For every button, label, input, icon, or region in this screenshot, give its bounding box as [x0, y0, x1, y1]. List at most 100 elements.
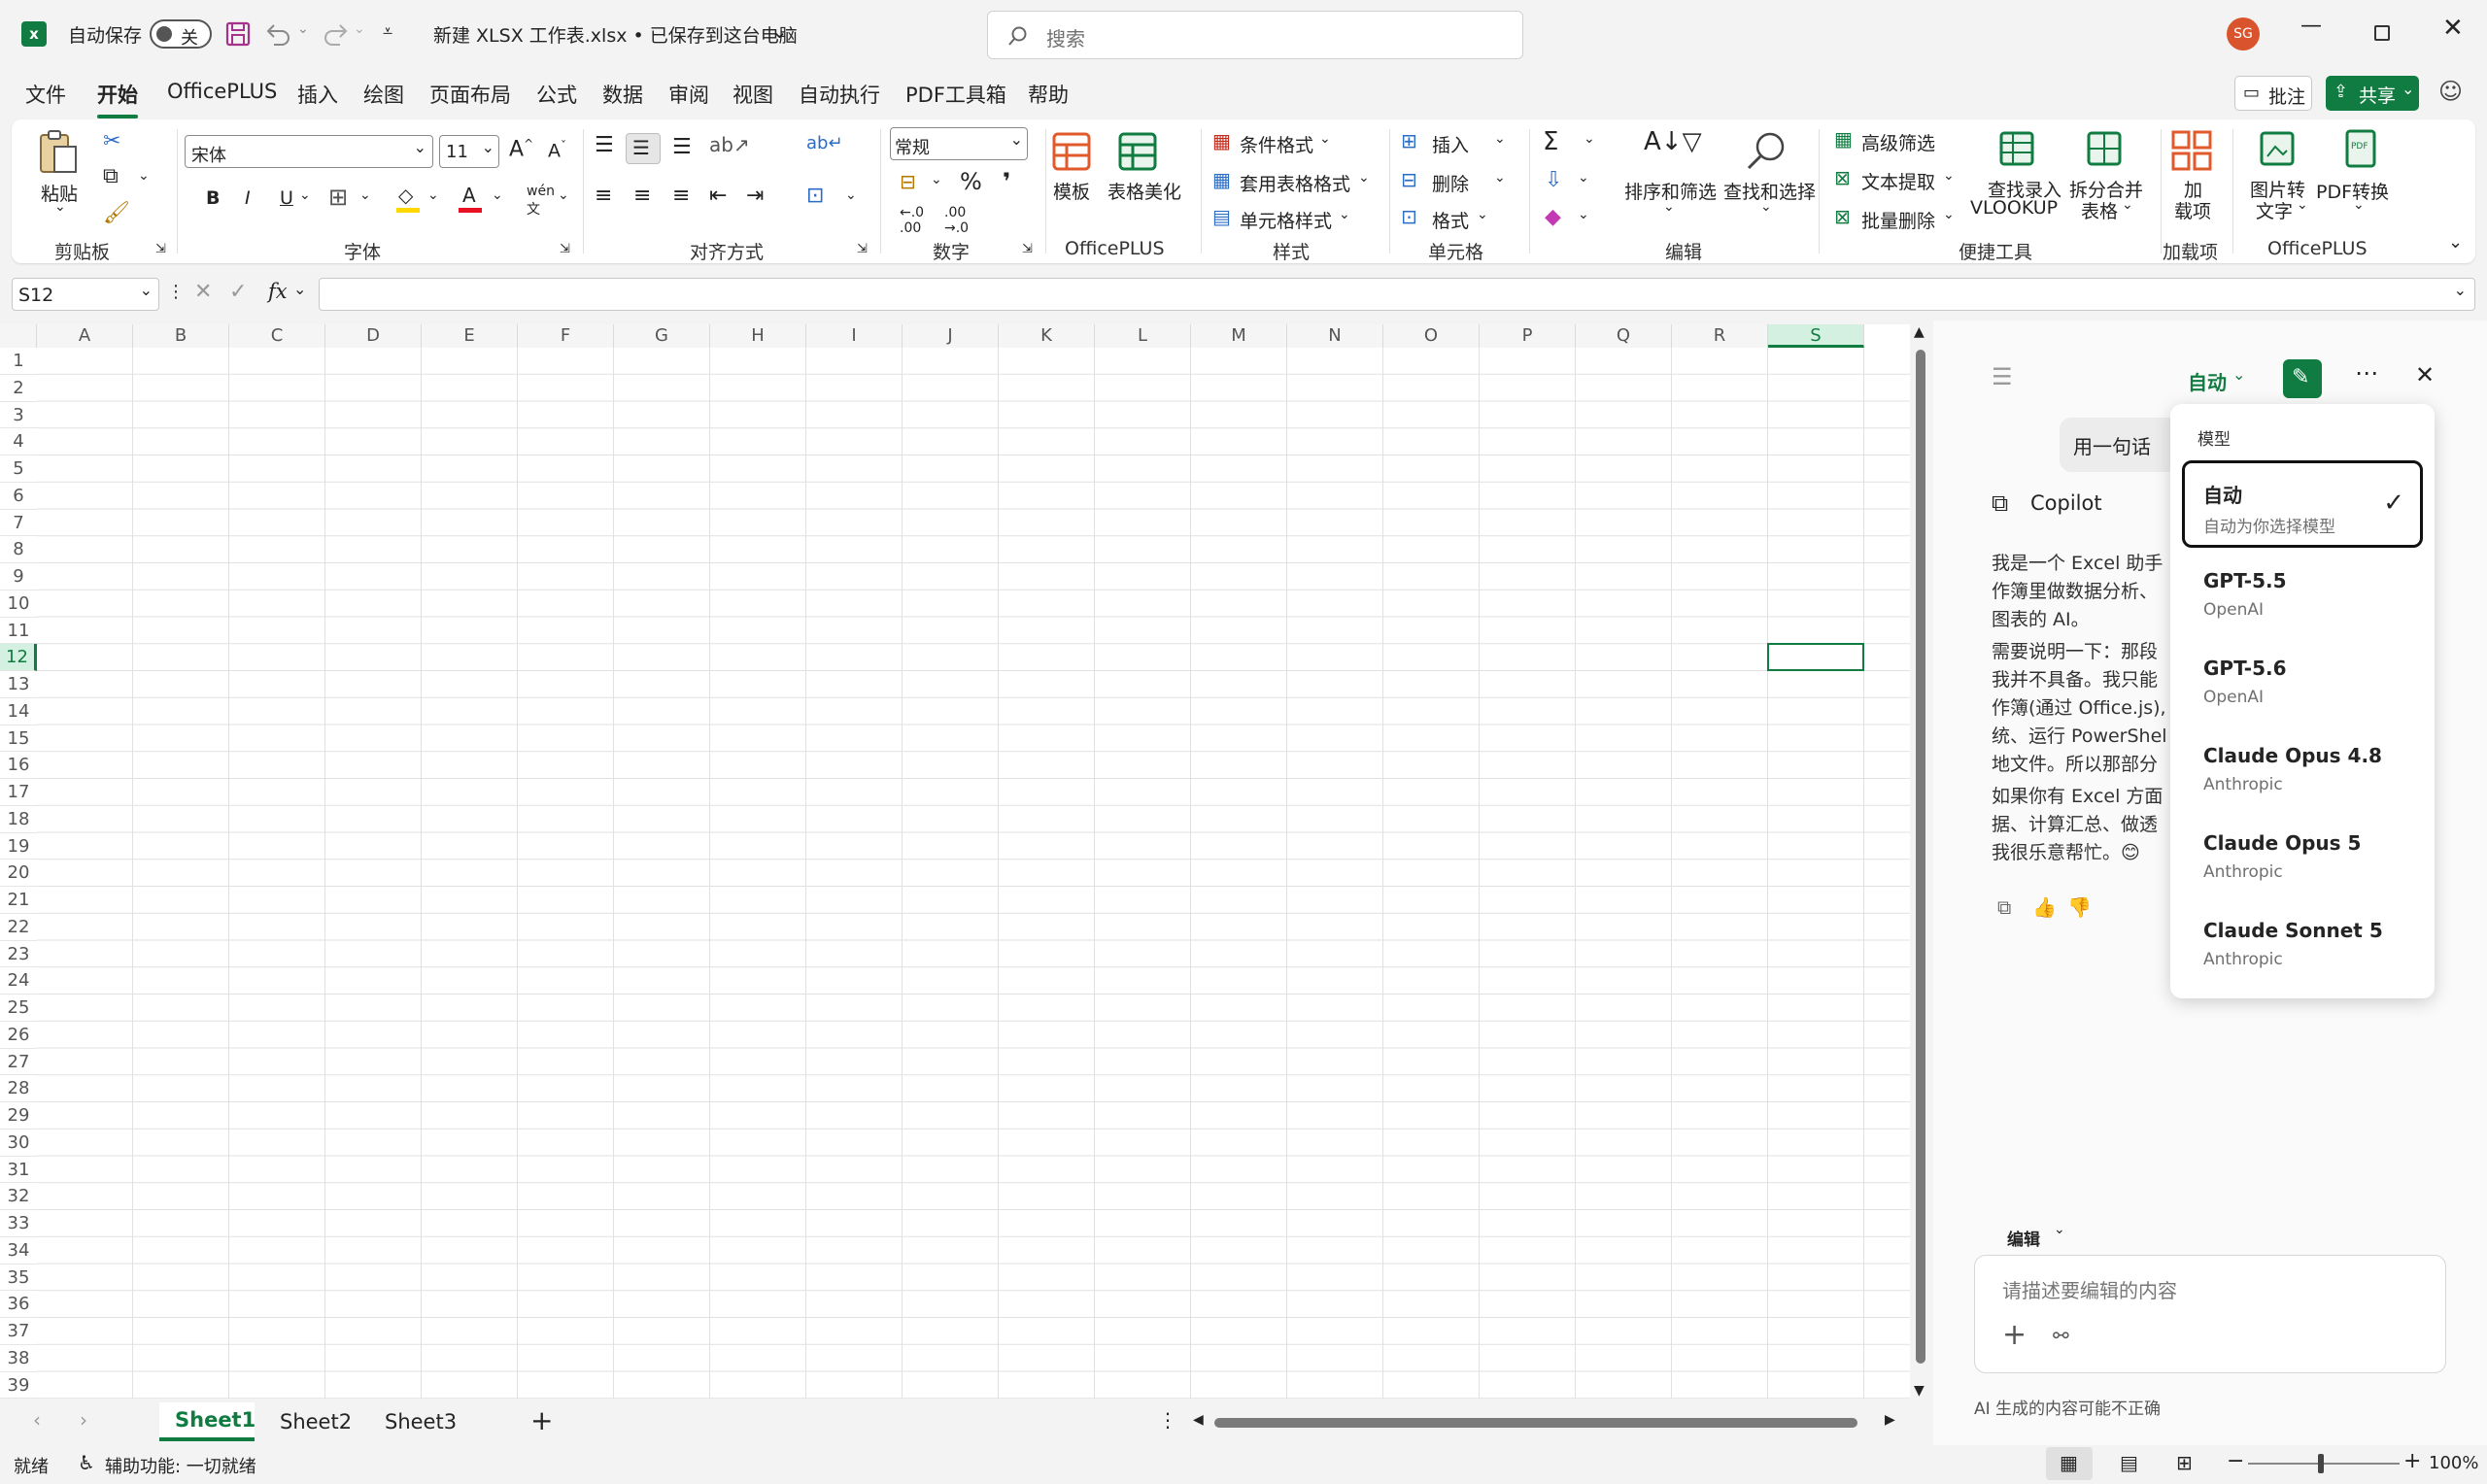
cut-icon[interactable]: ✂ — [103, 129, 120, 153]
column-header[interactable]: Q — [1576, 324, 1672, 348]
underline-button[interactable]: U — [280, 187, 293, 209]
select-all-corner[interactable] — [0, 324, 37, 348]
model-option[interactable]: Claude Opus 4.8 Anthropic — [2182, 723, 2423, 810]
format-as-table-button[interactable]: 套用表格格式 — [1240, 170, 1350, 196]
row-header[interactable]: 23 — [0, 941, 37, 968]
conditional-format-button[interactable]: 条件格式 — [1240, 131, 1313, 157]
sheet-tab[interactable]: Sheet2 — [280, 1410, 352, 1433]
align-top-icon[interactable]: ☰ — [595, 133, 614, 157]
thumbs-down-icon[interactable]: 👎 — [2067, 895, 2092, 919]
template-icon[interactable] — [1051, 131, 1092, 172]
row-header[interactable]: 10 — [0, 590, 37, 618]
confirm-entry-icon[interactable]: ✓ — [229, 280, 247, 304]
format-as-table-icon[interactable]: ▦ — [1212, 168, 1231, 191]
borders-chevron-icon[interactable]: ⌄ — [359, 187, 371, 203]
scroll-thumb[interactable] — [1916, 350, 1925, 1364]
image-to-text-icon[interactable] — [2258, 129, 2297, 168]
text-extract-icon[interactable]: ⊠ — [1834, 166, 1851, 189]
split-merge-label-2[interactable]: 表格 — [2081, 197, 2118, 223]
column-header[interactable]: M — [1191, 324, 1287, 348]
orientation-icon[interactable]: ab↗ — [709, 133, 750, 156]
tab-help[interactable]: 帮助 — [1028, 80, 1069, 109]
model-picker-chevron-icon[interactable]: ⌄ — [2232, 365, 2245, 384]
font-name-select[interactable]: 宋体 ⌄ — [185, 135, 433, 168]
column-header[interactable]: D — [325, 324, 422, 348]
ribbon-collapse-chevron-icon[interactable]: ⌄ — [2448, 232, 2463, 253]
tab-automate[interactable]: 自动执行 — [799, 80, 880, 109]
row-header[interactable]: 16 — [0, 752, 37, 779]
wrap-text-icon[interactable]: ab↵ — [806, 133, 843, 153]
increase-indent-icon[interactable]: ⇥ — [746, 184, 764, 208]
column-header[interactable]: G — [614, 324, 710, 348]
name-box[interactable]: S12 ⌄ — [12, 278, 159, 311]
tab-view[interactable]: 视图 — [732, 80, 773, 109]
conditional-format-icon[interactable]: ▦ — [1212, 129, 1231, 152]
next-sheet-icon[interactable]: › — [80, 1408, 87, 1432]
column-header[interactable]: P — [1480, 324, 1576, 348]
advanced-filter-icon[interactable]: ▦ — [1834, 127, 1853, 151]
cell-styles-icon[interactable]: ▤ — [1212, 205, 1231, 228]
copy-response-icon[interactable]: ⧉ — [1997, 895, 2011, 919]
sort-filter-chevron-icon[interactable]: ⌄ — [1663, 199, 1675, 215]
tab-formulas[interactable]: 公式 — [536, 80, 577, 109]
autosum-icon[interactable]: Σ — [1543, 127, 1558, 156]
autosum-chevron-icon[interactable]: ⌄ — [1584, 131, 1595, 147]
font-color-chevron-icon[interactable]: ⌄ — [492, 187, 503, 203]
comma-icon[interactable]: ❜ — [1003, 168, 1010, 195]
sheet-tab[interactable]: Sheet3 — [385, 1410, 457, 1433]
redo-dropdown-icon[interactable]: ⌄ — [354, 21, 365, 37]
split-merge-chevron-icon[interactable]: ⌄ — [2122, 197, 2133, 213]
row-header[interactable]: 26 — [0, 1022, 37, 1049]
share-button[interactable]: ⇪ 共享 ⌄ — [2326, 76, 2419, 111]
undo-dropdown-icon[interactable]: ⌄ — [297, 21, 309, 37]
merge-chevron-icon[interactable]: ⌄ — [845, 187, 857, 203]
save-icon[interactable] — [225, 21, 251, 47]
column-header[interactable]: H — [710, 324, 806, 348]
format-painter-icon[interactable]: 🖌 — [103, 201, 130, 225]
model-option[interactable]: GPT-5.5 OpenAI — [2182, 548, 2423, 635]
insert-chevron-icon[interactable]: ⌄ — [1494, 131, 1506, 147]
search-box[interactable]: 搜索 — [987, 11, 1523, 59]
accounting-chevron-icon[interactable]: ⌄ — [931, 172, 942, 187]
copy-chevron-icon[interactable]: ⌄ — [138, 168, 150, 184]
tab-page-layout[interactable]: 页面布局 — [429, 80, 511, 109]
row-header[interactable]: 1 — [0, 348, 37, 375]
tab-data[interactable]: 数据 — [602, 80, 643, 109]
alignment-launcher-icon[interactable]: ⇲ — [857, 242, 868, 256]
column-header[interactable]: O — [1383, 324, 1480, 348]
row-header[interactable]: 22 — [0, 914, 37, 941]
row-header[interactable]: 30 — [0, 1130, 37, 1157]
scroll-down-icon[interactable]: ▼ — [1914, 1383, 1925, 1399]
edit-mode-label[interactable]: 编辑 — [2007, 1226, 2040, 1250]
model-option[interactable]: GPT-5.6 OpenAI — [2182, 635, 2423, 723]
format-chevron-icon[interactable]: ⌄ — [1477, 207, 1488, 222]
new-chat-button[interactable]: ✎ — [2283, 359, 2322, 398]
hscroll-right-icon[interactable]: ▶ — [1885, 1412, 1895, 1428]
bold-button[interactable]: B — [206, 187, 220, 209]
close-pane-icon[interactable]: ✕ — [2415, 361, 2435, 388]
cancel-entry-icon[interactable]: ✕ — [194, 280, 212, 304]
increase-decimal-icon[interactable]: ←.0.00 — [900, 205, 924, 236]
addins-label-2[interactable]: 载项 — [2174, 197, 2211, 223]
pdf-convert-icon[interactable]: PDF — [2341, 129, 2380, 168]
row-header[interactable]: 18 — [0, 806, 37, 833]
sort-filter-icon[interactable]: A↓▽ — [1644, 127, 1702, 156]
split-merge-icon[interactable] — [2085, 129, 2124, 168]
row-header[interactable]: 7 — [0, 510, 37, 537]
thumbs-up-icon[interactable]: 👍 — [2032, 895, 2057, 919]
tab-insert[interactable]: 插入 — [297, 80, 338, 109]
italic-button[interactable]: I — [245, 187, 251, 209]
column-header[interactable]: E — [422, 324, 518, 348]
clipboard-launcher-icon[interactable]: ⇲ — [155, 242, 166, 256]
row-header[interactable]: 21 — [0, 887, 37, 914]
cell-styles-chevron-icon[interactable]: ⌄ — [1339, 207, 1350, 222]
column-header[interactable]: L — [1095, 324, 1191, 348]
clear-icon[interactable]: ◆ — [1545, 205, 1561, 229]
row-header[interactable]: 2 — [0, 375, 37, 402]
scroll-up-icon[interactable]: ▲ — [1914, 324, 1925, 340]
percent-icon[interactable]: % — [960, 168, 982, 195]
column-header[interactable]: N — [1287, 324, 1383, 348]
row-header[interactable]: 13 — [0, 671, 37, 698]
vlookup-icon[interactable] — [1997, 129, 2036, 168]
tab-review[interactable]: 审阅 — [668, 80, 709, 109]
